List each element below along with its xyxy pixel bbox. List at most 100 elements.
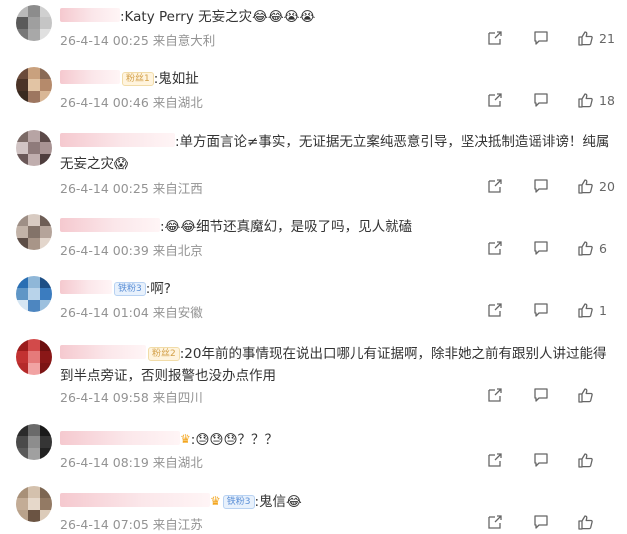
comment-actions: 1 xyxy=(487,302,615,318)
comment-time: 26-4-14 07:05 xyxy=(60,517,149,532)
share-icon[interactable] xyxy=(487,452,503,468)
comment-actions xyxy=(487,387,615,403)
like-button[interactable] xyxy=(577,452,615,468)
comment-text: :啊? xyxy=(145,281,171,297)
comment-meta: 26-4-14 07:05 来自江苏 xyxy=(60,514,203,533)
comment-icon[interactable] xyxy=(533,178,549,194)
like-count: 21 xyxy=(599,30,615,46)
comment-text: :😓😓😓？？？ xyxy=(190,432,279,448)
comment-actions xyxy=(487,514,615,530)
like-button[interactable]: 21 xyxy=(577,30,615,46)
comment-location: 来自安徽 xyxy=(152,305,203,320)
comment-meta: 26-4-14 00:25 来自江西 xyxy=(60,178,203,197)
thumbs-up-icon xyxy=(577,452,593,468)
like-count: 6 xyxy=(599,240,607,256)
username-blurred[interactable] xyxy=(60,431,180,445)
comment-actions: 21 xyxy=(487,30,615,46)
fan-badge: 粉丝1 xyxy=(122,72,154,86)
share-icon[interactable] xyxy=(487,514,503,530)
comment-text-line: :单方面言论≠事实，无证据无立案纯恶意引导，坚决抵制造谣诽谤！纯属无妄之灾😱 xyxy=(60,131,613,175)
fan-badge: 粉丝2 xyxy=(148,347,180,361)
thumbs-up-icon xyxy=(577,240,593,256)
share-icon[interactable] xyxy=(487,178,503,194)
comment-location: 来自意大利 xyxy=(152,33,216,48)
avatar[interactable] xyxy=(16,339,52,375)
comment-actions: 6 xyxy=(487,240,615,256)
crown-icon: ♛ xyxy=(210,494,221,508)
share-icon[interactable] xyxy=(487,387,503,403)
comment-time: 26-4-14 00:25 xyxy=(60,33,149,48)
comment-location: 来自北京 xyxy=(152,243,203,258)
comment-meta: 26-4-14 09:58 来自四川 xyxy=(60,387,203,406)
thumbs-up-icon xyxy=(577,30,593,46)
comment-icon[interactable] xyxy=(533,30,549,46)
comment-location: 来自湖北 xyxy=(152,95,203,110)
share-icon[interactable] xyxy=(487,240,503,256)
comment-actions: 18 xyxy=(487,92,615,108)
comment-text-line: ♛:😓😓😓？？？ xyxy=(60,428,613,451)
comment-text: :鬼信😂 xyxy=(254,494,302,510)
share-icon[interactable] xyxy=(487,92,503,108)
username-blurred[interactable] xyxy=(60,280,112,294)
comment-meta: 26-4-14 00:25 来自意大利 xyxy=(60,30,215,49)
username-blurred[interactable] xyxy=(60,218,160,232)
comment-actions: 20 xyxy=(487,178,615,194)
comment-time: 26-4-14 00:25 xyxy=(60,181,149,196)
comment-meta: 26-4-14 00:46 来自湖北 xyxy=(60,92,203,111)
comment-location: 来自江西 xyxy=(152,181,203,196)
avatar[interactable] xyxy=(16,214,52,250)
avatar[interactable] xyxy=(16,67,52,103)
username-blurred[interactable] xyxy=(60,70,120,84)
thumbs-up-icon xyxy=(577,387,593,403)
comment-icon[interactable] xyxy=(533,514,549,530)
comment-text-line: 粉丝2:20年前的事情现在说出口哪儿有证据啊，除非她之前有跟别人讲过能得到半点旁… xyxy=(60,343,613,387)
username-blurred[interactable] xyxy=(60,133,175,147)
avatar[interactable] xyxy=(16,424,52,460)
comment-text: :Katy Perry 无妄之灾😂😂😭😭 xyxy=(120,9,316,25)
share-icon[interactable] xyxy=(487,302,503,318)
like-button[interactable] xyxy=(577,514,615,530)
like-button[interactable]: 20 xyxy=(577,178,615,194)
thumbs-up-icon xyxy=(577,92,593,108)
comment-icon[interactable] xyxy=(533,452,549,468)
comment-text-line: ♛ 铁粉3:鬼信😂 xyxy=(60,490,613,513)
comment-icon[interactable] xyxy=(533,387,549,403)
comment-text-line: :😂😂细节还真魔幻，是吸了吗，见人就磕 xyxy=(60,216,613,238)
like-button[interactable]: 1 xyxy=(577,302,615,318)
comment-meta: 26-4-14 08:19 来自湖北 xyxy=(60,452,203,471)
fan-badge: 铁粉3 xyxy=(222,495,255,509)
comment-location: 来自湖北 xyxy=(152,455,203,470)
comment-location: 来自江苏 xyxy=(152,517,203,532)
comment-time: 26-4-14 09:58 xyxy=(60,390,149,405)
comment-text-line: 粉丝1:鬼如扯 xyxy=(60,68,613,90)
username-blurred[interactable] xyxy=(60,493,210,507)
comment-icon[interactable] xyxy=(533,302,549,318)
comment-text: :鬼如扯 xyxy=(153,71,199,87)
comment-location: 来自四川 xyxy=(152,390,203,405)
comment-text-line: 铁粉3:啊? xyxy=(60,278,613,300)
comment-actions xyxy=(487,452,615,468)
like-count: 18 xyxy=(599,92,615,108)
username-blurred[interactable] xyxy=(60,345,146,359)
comment-text-line: :Katy Perry 无妄之灾😂😂😭😭 xyxy=(60,6,613,28)
username-blurred[interactable] xyxy=(60,8,120,22)
share-icon[interactable] xyxy=(487,30,503,46)
like-button[interactable]: 6 xyxy=(577,240,615,256)
comment-time: 26-4-14 08:19 xyxy=(60,455,149,470)
avatar[interactable] xyxy=(16,486,52,522)
crown-icon: ♛ xyxy=(180,432,191,446)
comment-meta: 26-4-14 00:39 来自北京 xyxy=(60,240,203,259)
comment-time: 26-4-14 00:39 xyxy=(60,243,149,258)
comment-icon[interactable] xyxy=(533,92,549,108)
avatar[interactable] xyxy=(16,130,52,166)
like-button[interactable] xyxy=(577,387,615,403)
like-button[interactable]: 18 xyxy=(577,92,615,108)
avatar[interactable] xyxy=(16,276,52,312)
fan-badge: 铁粉3 xyxy=(114,282,146,296)
comment-time: 26-4-14 01:04 xyxy=(60,305,149,320)
comment-icon[interactable] xyxy=(533,240,549,256)
like-count: 20 xyxy=(599,178,615,194)
comment-meta: 26-4-14 01:04 来自安徽 xyxy=(60,302,203,321)
like-count: 1 xyxy=(599,302,607,318)
avatar[interactable] xyxy=(16,5,52,41)
